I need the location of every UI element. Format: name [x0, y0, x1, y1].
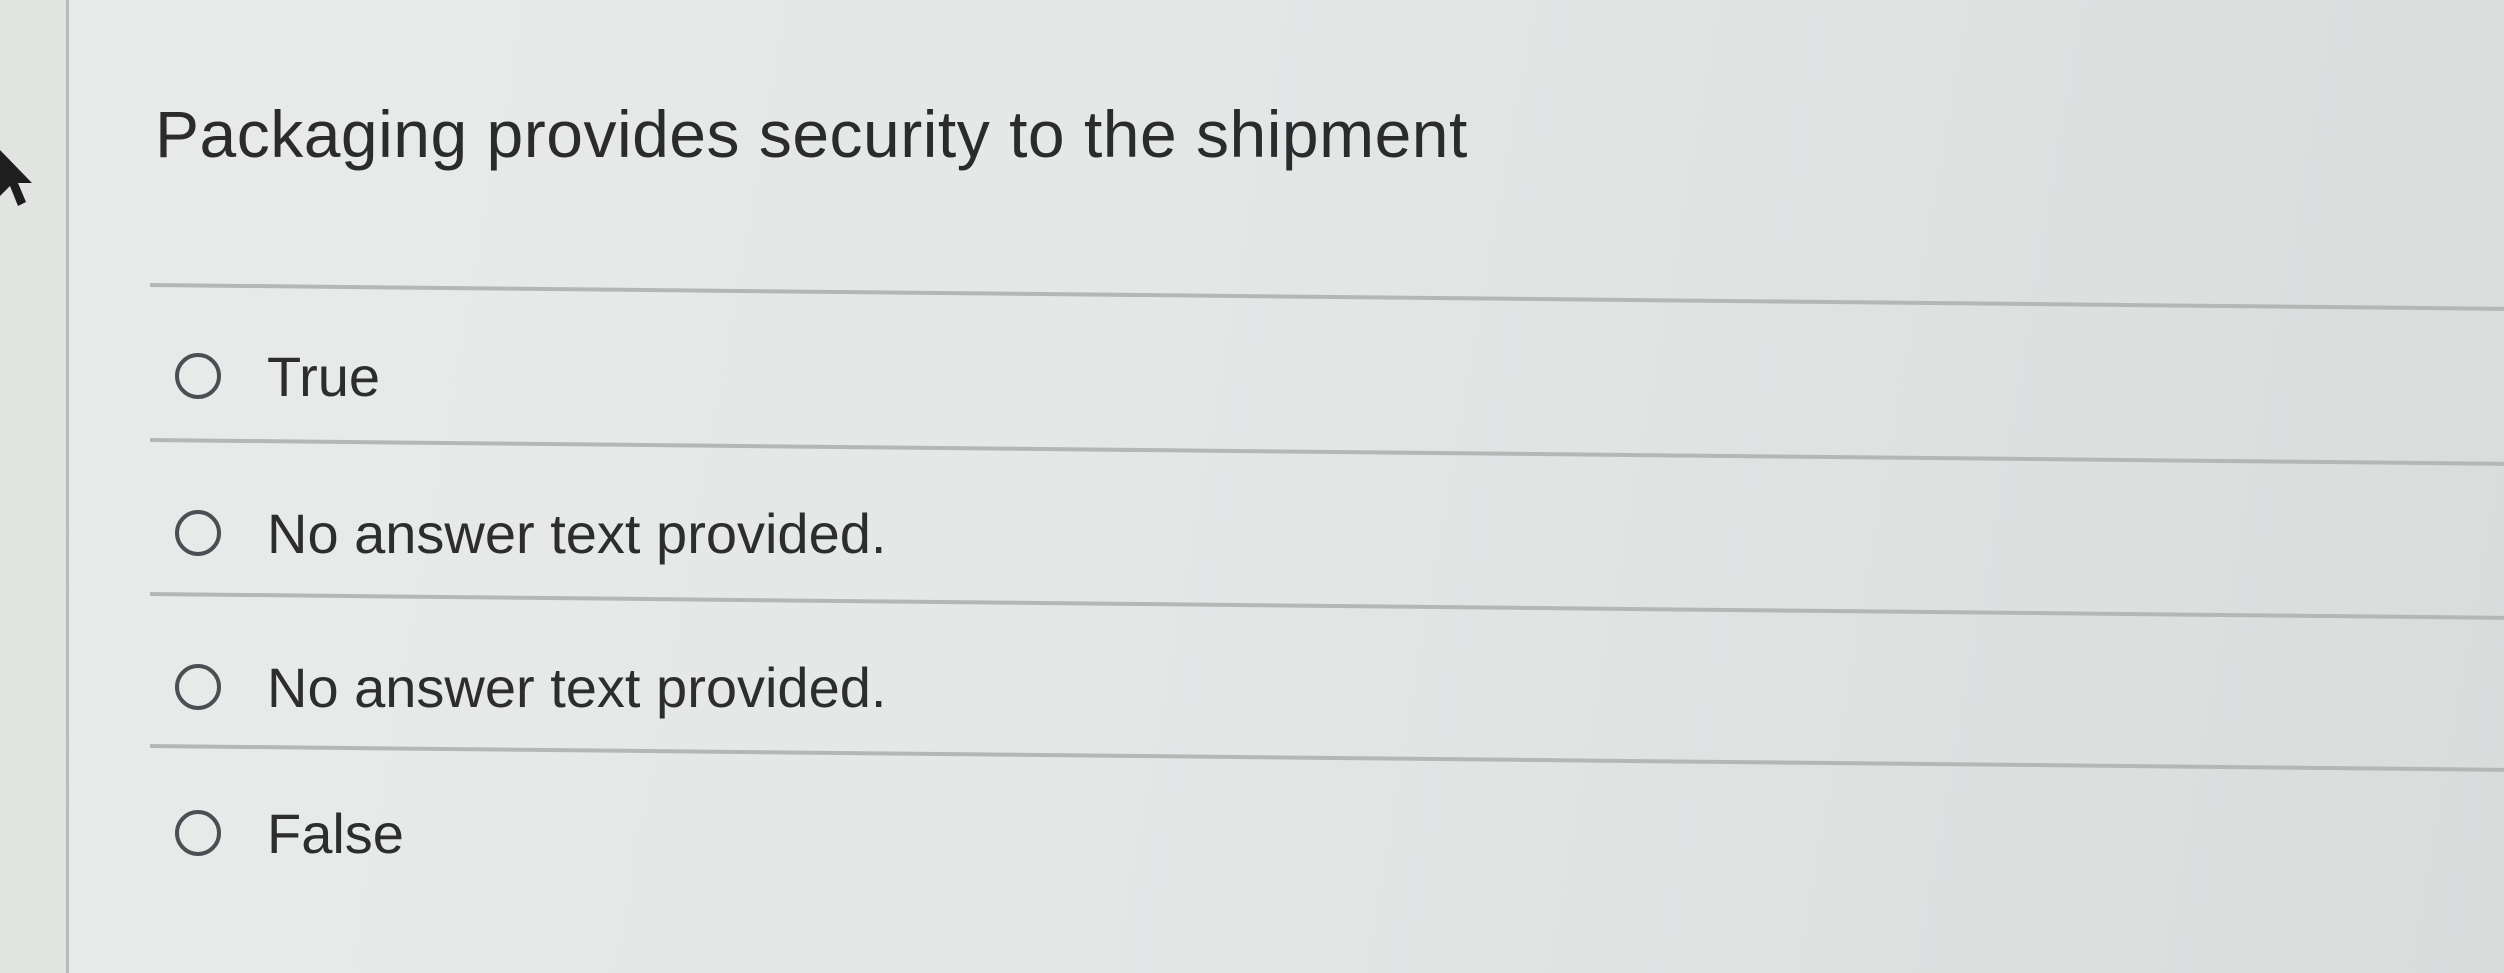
- answer-option-3[interactable]: No answer text provided.: [175, 647, 886, 727]
- question-title: Packaging provides security to the shipm…: [155, 97, 1468, 171]
- answer-option-label: False: [267, 801, 404, 865]
- answer-option-2[interactable]: No answer text provided.: [175, 493, 886, 573]
- answer-option-label: True: [267, 344, 381, 408]
- left-gutter: [0, 0, 69, 973]
- answer-option-true[interactable]: True: [175, 336, 380, 416]
- answer-option-label: No answer text provided.: [267, 501, 887, 565]
- radio-unselected-icon[interactable]: [175, 510, 221, 556]
- radio-unselected-icon[interactable]: [175, 810, 221, 856]
- answer-option-label: No answer text provided.: [267, 655, 887, 719]
- radio-unselected-icon[interactable]: [175, 664, 221, 710]
- mouse-pointer-icon: [0, 150, 32, 206]
- answer-option-false[interactable]: False: [175, 793, 404, 873]
- radio-unselected-icon[interactable]: [175, 353, 221, 399]
